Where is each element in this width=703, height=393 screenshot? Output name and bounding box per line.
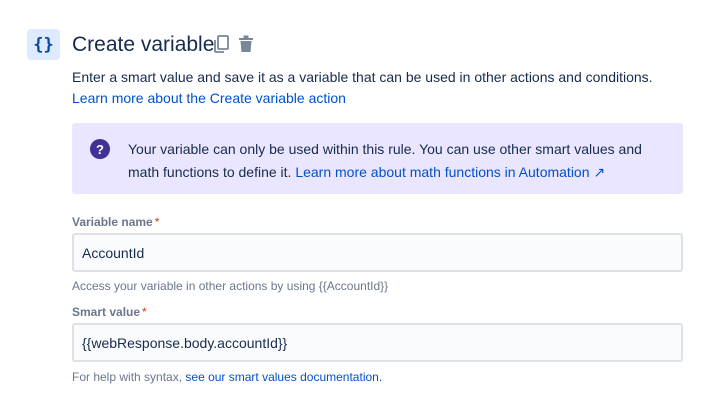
description-text: Enter a smart value and save it as a var… bbox=[72, 69, 653, 85]
variable-name-label: Variable name * bbox=[72, 214, 159, 230]
smart-value-input[interactable] bbox=[72, 323, 683, 362]
info-message: Your variable can only be used within th… bbox=[128, 138, 648, 184]
smart-value-label: Smart value * bbox=[72, 304, 147, 320]
variable-name-helper: Access your variable in other actions by… bbox=[72, 279, 389, 293]
variable-name-input[interactable] bbox=[72, 233, 683, 272]
required-indicator: * bbox=[154, 215, 160, 229]
page-title: Create variable bbox=[72, 33, 215, 56]
question-icon: ? bbox=[90, 139, 110, 159]
trash-icon[interactable] bbox=[237, 34, 255, 54]
copy-icon[interactable] bbox=[213, 34, 231, 54]
smart-values-docs-link[interactable]: see our smart values documentation. bbox=[185, 370, 382, 384]
smart-value-helper: For help with syntax, see our smart valu… bbox=[72, 369, 382, 385]
variable-braces-icon: {} bbox=[27, 29, 60, 60]
smart-value-label-text: Smart value bbox=[72, 305, 141, 319]
variable-name-label-text: Variable name bbox=[72, 215, 153, 229]
required-indicator: * bbox=[142, 305, 147, 319]
smart-value-helper-text: For help with syntax, bbox=[72, 370, 186, 384]
math-functions-link[interactable]: Learn more about math functions in Autom… bbox=[295, 164, 605, 180]
learn-more-create-variable-link[interactable]: Learn more about the Create variable act… bbox=[72, 90, 346, 106]
info-panel: ? Your variable can only be used within … bbox=[72, 123, 683, 194]
action-description: Enter a smart value and save it as a var… bbox=[72, 67, 692, 109]
